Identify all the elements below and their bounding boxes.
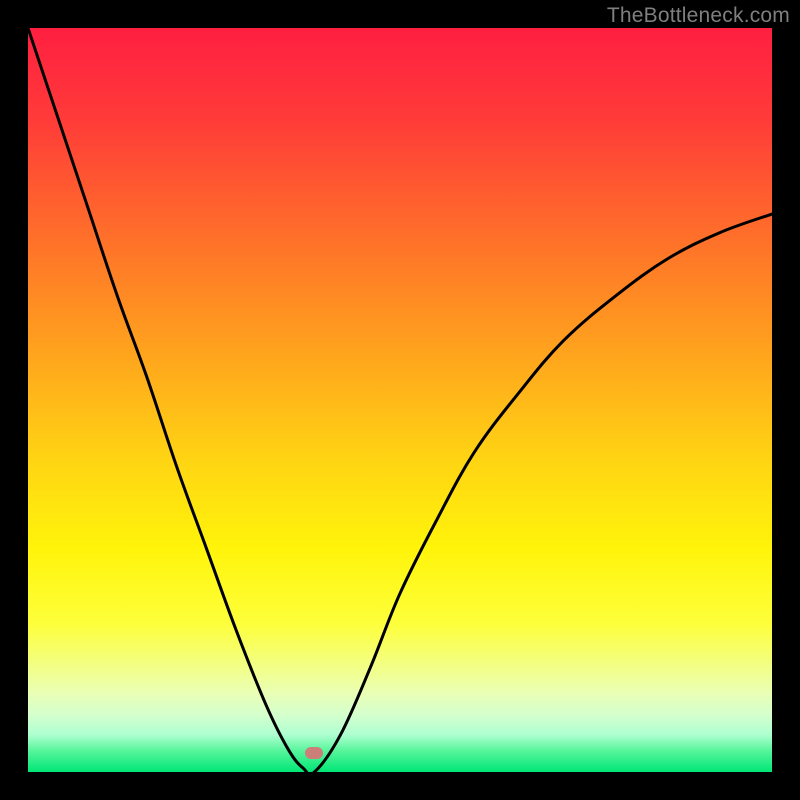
chart-frame: TheBottleneck.com: [0, 0, 800, 800]
attribution-text: TheBottleneck.com: [607, 4, 790, 28]
bottleneck-curve: [28, 28, 772, 772]
minimum-marker: [305, 747, 323, 759]
plot-area: [28, 28, 772, 772]
